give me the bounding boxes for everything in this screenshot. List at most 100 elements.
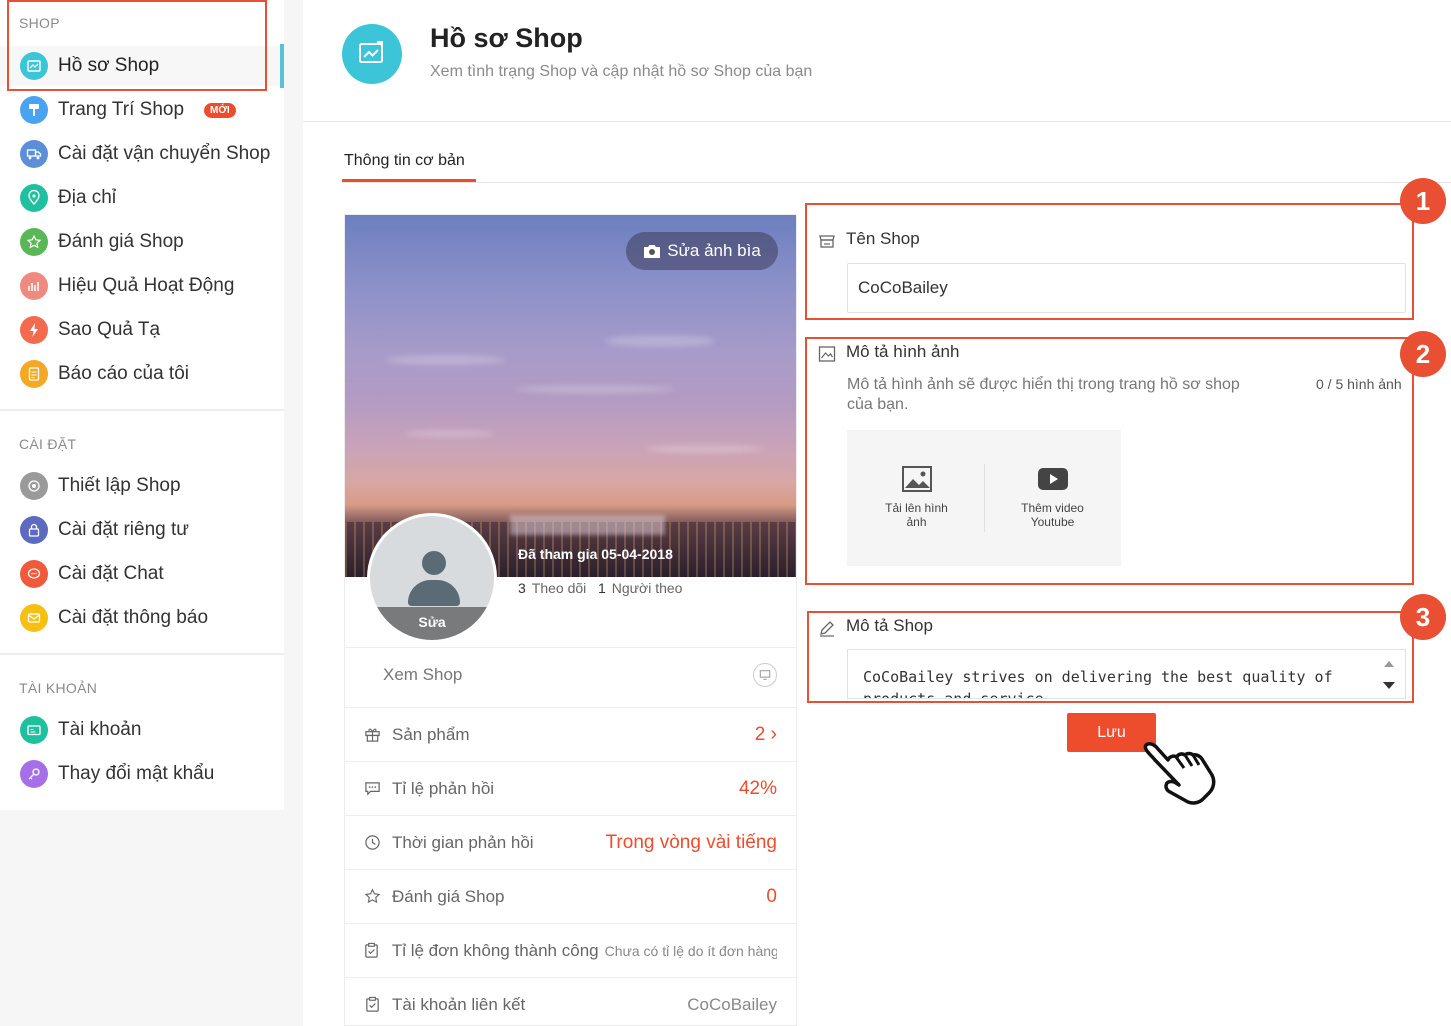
- pencil-icon: [820, 621, 834, 637]
- media-uploader: Tải lên hình ảnh Thêm video Youtube: [847, 430, 1121, 566]
- sidebar-item-label: Thiết lập Shop: [58, 475, 181, 496]
- sidebar-item-change-password[interactable]: Thay đổi mật khẩu: [0, 754, 284, 794]
- add-youtube-video-button[interactable]: Thêm video Youtube: [985, 466, 1120, 529]
- report-icon: [20, 360, 48, 388]
- sidebar-item-label: Đánh giá Shop: [58, 231, 184, 252]
- stat-value: Trong vòng vài tiếng: [605, 831, 777, 853]
- shop-profile-icon: [342, 24, 402, 84]
- sidebar-item-my-reports[interactable]: Báo cáo của tôi: [0, 354, 284, 394]
- active-indicator: [280, 44, 284, 88]
- stat-label: Thời gian phản hồi: [392, 832, 534, 852]
- pointing-hand-icon: [1143, 742, 1216, 805]
- stat-value: 0: [766, 885, 777, 907]
- youtube-icon: [1037, 468, 1068, 490]
- sidebar-item-shop-decoration[interactable]: Trang Trí Shop MỚI: [0, 90, 284, 130]
- sidebar-item-label: Cài đặt thông báo: [58, 607, 209, 628]
- stat-row-shop-rating: Đánh giá Shop 0: [345, 869, 796, 923]
- sidebar-item-label: Thay đổi mật khẩu: [58, 763, 215, 784]
- stat-row-response-rate: Tỉ lệ phản hồi 42%: [345, 761, 796, 815]
- sidebar-item-privacy[interactable]: Cài đặt riêng tư: [0, 510, 284, 550]
- stat-label: Đánh giá Shop: [392, 886, 505, 906]
- header-divider: [303, 121, 1451, 122]
- image-upload-icon: [901, 466, 932, 492]
- sidebar-item-label: Trang Trí Shop: [58, 99, 185, 120]
- sidebar-item-label: Cài đặt vận chuyển Shop: [58, 143, 271, 164]
- sidebar-item-shop-rating[interactable]: Đánh giá Shop: [0, 222, 284, 262]
- camera-icon: [644, 245, 661, 258]
- stat-row-products[interactable]: Sản phẩm 2 ›: [345, 707, 796, 761]
- shop-description-textarea[interactable]: CoCoBailey strives on delivering the bes…: [847, 649, 1406, 699]
- sidebar-item-address[interactable]: Địa chỉ: [0, 178, 284, 218]
- image-counter: 0 / 5 hình ảnh: [1316, 376, 1402, 392]
- sidebar-item-performance[interactable]: Hiệu Quả Hoạt Động: [0, 266, 284, 306]
- stat-value: 2: [754, 723, 766, 745]
- shop-description-text: CoCoBailey strives on delivering the bes…: [863, 668, 1333, 699]
- stat-label: Tỉ lệ phản hồi: [392, 778, 495, 798]
- sidebar-item-label: Tài khoản: [58, 719, 142, 740]
- tabs-divider: [342, 182, 1451, 183]
- stat-label: Tài khoản liên kết: [392, 994, 526, 1014]
- view-shop-label: Xem Shop: [383, 664, 463, 684]
- stat-row-failed-orders: Tỉ lệ đơn không thành công Chưa có tỉ lệ…: [345, 923, 796, 977]
- edit-cover-button[interactable]: Sửa ảnh bìa: [626, 232, 778, 270]
- profile-card: Sửa ảnh bìa Đã tham gia 05-04-2018 Sửa 3…: [344, 214, 797, 1026]
- avatar-edit-button[interactable]: Sửa: [370, 607, 494, 640]
- clipboard-check-icon: [363, 996, 381, 1014]
- chat-icon: [20, 560, 48, 588]
- sidebar-divider: [0, 653, 284, 655]
- section-title-settings: CÀI ĐẶT: [19, 436, 77, 452]
- sidebar-item-notification-settings[interactable]: Cài đặt thông báo: [0, 598, 284, 638]
- sidebar-item-penalty-points[interactable]: Sao Quả Tạ: [0, 310, 284, 350]
- sidebar-divider: [0, 409, 284, 411]
- lock-icon: [20, 516, 48, 544]
- sidebar-item-label: Cài đặt riêng tư: [58, 519, 190, 540]
- key-icon: [20, 760, 48, 788]
- upload-image-label: Tải lên hình ảnh: [885, 501, 948, 529]
- gift-icon: [363, 726, 381, 744]
- sidebar-item-chat-settings[interactable]: Cài đặt Chat: [0, 554, 284, 594]
- chat-bubble-icon: [363, 780, 381, 798]
- shop-name-blurred: [510, 515, 665, 535]
- follow-stats: 3 Theo dõi 1 Người theo: [518, 580, 682, 596]
- view-shop-row[interactable]: Xem Shop: [345, 647, 796, 701]
- card-icon: [20, 716, 48, 744]
- textarea-scrollbar[interactable]: [1373, 650, 1405, 698]
- sidebar-item-label: Cài đặt Chat: [58, 563, 164, 584]
- image-description-label: Mô tả hình ảnh: [846, 342, 960, 361]
- followers-label: Người theo: [611, 580, 683, 596]
- following-count: 3: [518, 580, 526, 596]
- truck-icon: [20, 140, 48, 168]
- lightning-icon: [20, 316, 48, 344]
- add-video-label: Thêm video Youtube: [1021, 501, 1084, 529]
- shop-name-input[interactable]: [847, 263, 1406, 313]
- annotation-badge-3: 3: [1400, 594, 1446, 640]
- sidebar-item-account[interactable]: Tài khoản: [0, 710, 284, 750]
- shop-description-label: Mô tả Shop: [846, 616, 933, 635]
- sidebar-item-label: Sao Quả Tạ: [58, 319, 161, 340]
- section-title-account: TÀI KHOẢN: [19, 680, 98, 696]
- new-badge: MỚI: [204, 102, 236, 118]
- followers-count: 1: [597, 580, 606, 596]
- tab-basic-info[interactable]: Thông tin cơ bản: [344, 152, 465, 170]
- stat-row-response-time: Thời gian phản hồi Trong vòng vài tiếng: [345, 815, 796, 869]
- annotation-frame-sidebar: [7, 0, 267, 91]
- edit-cover-label: Sửa ảnh bìa: [667, 241, 761, 260]
- stat-value: Chưa có tỉ lệ do ít đơn hàng: [604, 942, 777, 959]
- sidebar: SHOP Hồ sơ Shop Trang Trí Shop MỚI Cài đ…: [0, 0, 284, 810]
- annotation-badge-2: 2: [1400, 331, 1446, 377]
- bar-chart-icon: [20, 272, 48, 300]
- sidebar-item-label: Báo cáo của tôi: [58, 363, 189, 384]
- monitor-icon[interactable]: [753, 662, 777, 687]
- notification-icon: [20, 604, 48, 632]
- sidebar-item-shipping[interactable]: Cài đặt vận chuyển Shop: [0, 134, 284, 174]
- star-icon: [20, 228, 48, 256]
- page-subtitle: Xem tình trạng Shop và cập nhật hồ sơ Sh…: [430, 63, 813, 80]
- upload-image-button[interactable]: Tải lên hình ảnh: [849, 466, 984, 529]
- chevron-right-icon: ›: [770, 723, 777, 745]
- avatar[interactable]: Sửa: [367, 513, 497, 643]
- stat-value: 42%: [738, 777, 777, 799]
- stat-row-linked-account: Tài khoản liên kết CoCoBailey: [345, 977, 796, 1026]
- following-label: Theo dõi: [531, 580, 587, 596]
- page-title: Hồ sơ Shop: [430, 23, 583, 53]
- sidebar-item-shop-setup[interactable]: Thiết lập Shop: [0, 466, 284, 506]
